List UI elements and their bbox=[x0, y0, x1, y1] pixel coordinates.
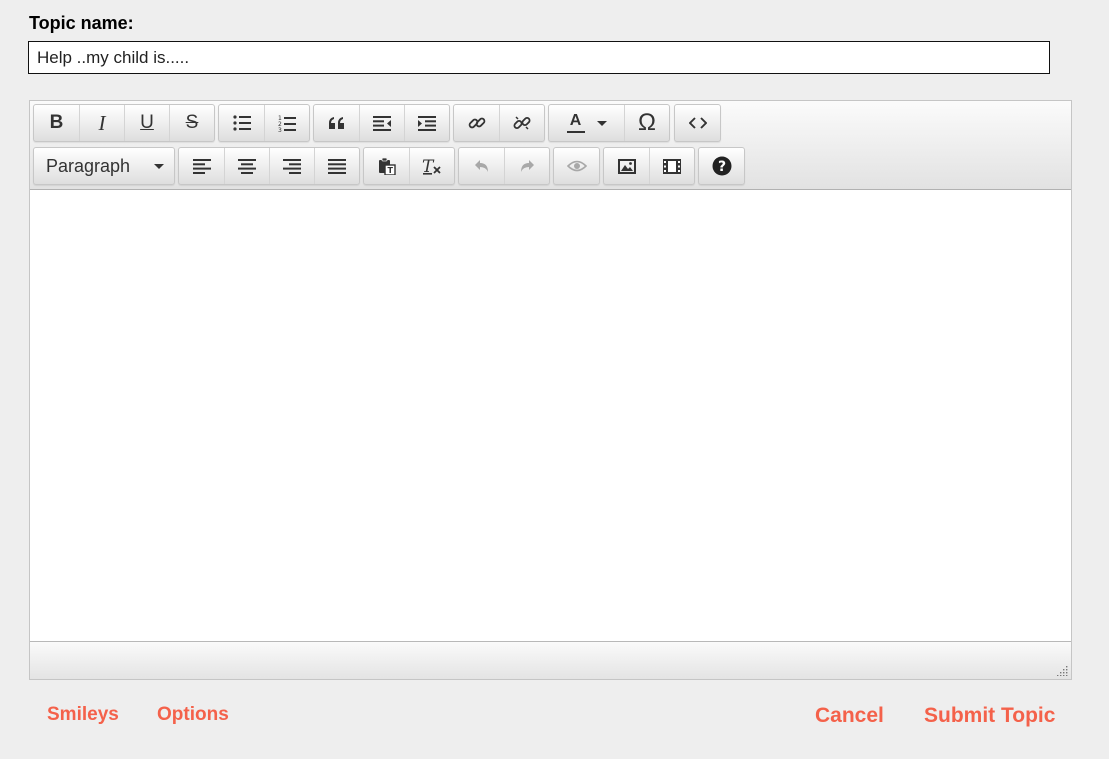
undo-button[interactable] bbox=[459, 148, 504, 184]
source-group bbox=[674, 104, 721, 142]
redo-button[interactable] bbox=[504, 148, 549, 184]
text-color-button[interactable]: A bbox=[549, 105, 624, 141]
smileys-link[interactable]: Smileys bbox=[47, 704, 119, 726]
insert-image-button[interactable] bbox=[604, 148, 649, 184]
clear-format-icon: T bbox=[422, 157, 441, 175]
options-link[interactable]: Options bbox=[157, 704, 229, 726]
topic-name-input[interactable] bbox=[28, 41, 1050, 74]
align-justify-button[interactable] bbox=[314, 148, 359, 184]
paste-group: T T bbox=[363, 147, 455, 185]
numbered-list-icon: 1 2 3 bbox=[278, 115, 296, 132]
resize-handle-icon[interactable] bbox=[1056, 664, 1068, 676]
help-group: ? bbox=[698, 147, 745, 185]
outdent-button[interactable] bbox=[359, 105, 404, 141]
format-group: Paragraph bbox=[33, 147, 175, 185]
chevron-down-icon bbox=[154, 163, 164, 169]
editor-toolbar: B I U S 1 2 3 A Ω Paragraph T T ? bbox=[30, 101, 1071, 190]
list-group: 1 2 3 bbox=[218, 104, 310, 142]
align-right-icon bbox=[283, 158, 301, 174]
link-group bbox=[453, 104, 545, 142]
numbered-list-button[interactable]: 1 2 3 bbox=[264, 105, 309, 141]
media-group bbox=[603, 147, 695, 185]
eye-icon bbox=[566, 160, 587, 172]
code-icon bbox=[688, 117, 707, 129]
clipboard-icon: T bbox=[378, 157, 396, 175]
strikethrough-button[interactable]: S bbox=[169, 105, 214, 141]
chevron-down-icon bbox=[596, 120, 607, 126]
svg-text:T: T bbox=[387, 166, 393, 175]
svg-text:3: 3 bbox=[278, 127, 282, 132]
align-right-button[interactable] bbox=[269, 148, 314, 184]
alignment-group bbox=[178, 147, 360, 185]
omega-icon: Ω bbox=[638, 109, 656, 136]
bold-button[interactable]: B bbox=[34, 105, 79, 141]
strikethrough-icon: S bbox=[185, 112, 199, 133]
remove-link-button[interactable] bbox=[499, 105, 544, 141]
preview-button[interactable] bbox=[554, 148, 599, 184]
paste-text-button[interactable]: T bbox=[364, 148, 409, 184]
align-center-icon bbox=[238, 158, 256, 174]
underline-icon: U bbox=[140, 112, 154, 133]
text-color-icon: A bbox=[566, 113, 585, 133]
unlink-icon bbox=[513, 116, 531, 130]
insert-link-button[interactable] bbox=[454, 105, 499, 141]
bullet-list-icon bbox=[232, 115, 251, 131]
svg-text:T: T bbox=[422, 157, 435, 175]
submit-topic-button[interactable]: Submit Topic bbox=[924, 704, 1055, 728]
preview-group bbox=[553, 147, 600, 185]
underline-button[interactable]: U bbox=[124, 105, 169, 141]
align-justify-icon bbox=[328, 158, 346, 174]
insert-media-button[interactable] bbox=[649, 148, 694, 184]
special-character-button[interactable]: Ω bbox=[624, 105, 669, 141]
film-icon bbox=[663, 158, 681, 174]
history-group bbox=[458, 147, 550, 185]
image-icon bbox=[617, 158, 636, 174]
clear-formatting-button[interactable]: T bbox=[409, 148, 454, 184]
block-group bbox=[313, 104, 450, 142]
undo-icon bbox=[474, 160, 488, 172]
format-select[interactable]: Paragraph bbox=[34, 148, 174, 184]
indent-button[interactable] bbox=[404, 105, 449, 141]
topic-name-label: Topic name: bbox=[29, 13, 134, 33]
blockquote-icon bbox=[328, 117, 344, 129]
redo-icon bbox=[521, 160, 534, 172]
cancel-button[interactable]: Cancel bbox=[815, 704, 884, 728]
align-left-icon bbox=[192, 158, 211, 174]
editor-statusbar bbox=[30, 641, 1071, 679]
italic-button[interactable]: I bbox=[79, 105, 124, 141]
indent-icon bbox=[418, 115, 436, 131]
bold-icon: B bbox=[49, 112, 64, 133]
text-style-group: B I U S bbox=[33, 104, 215, 142]
svg-text:?: ? bbox=[717, 159, 725, 175]
align-center-button[interactable] bbox=[224, 148, 269, 184]
format-select-value: Paragraph bbox=[46, 155, 131, 176]
link-icon bbox=[468, 117, 485, 129]
insert-group: A Ω bbox=[548, 104, 670, 142]
italic-icon: I bbox=[98, 110, 106, 135]
outdent-icon bbox=[373, 115, 391, 131]
bullet-list-button[interactable] bbox=[219, 105, 264, 141]
editor-content-area[interactable] bbox=[30, 190, 1071, 642]
align-left-button[interactable] bbox=[179, 148, 224, 184]
rich-text-editor: B I U S 1 2 3 A Ω Paragraph T T ? bbox=[29, 100, 1072, 680]
help-button[interactable]: ? bbox=[699, 148, 744, 184]
blockquote-button[interactable] bbox=[314, 105, 359, 141]
help-icon: ? bbox=[712, 156, 731, 176]
source-code-button[interactable] bbox=[675, 105, 720, 141]
